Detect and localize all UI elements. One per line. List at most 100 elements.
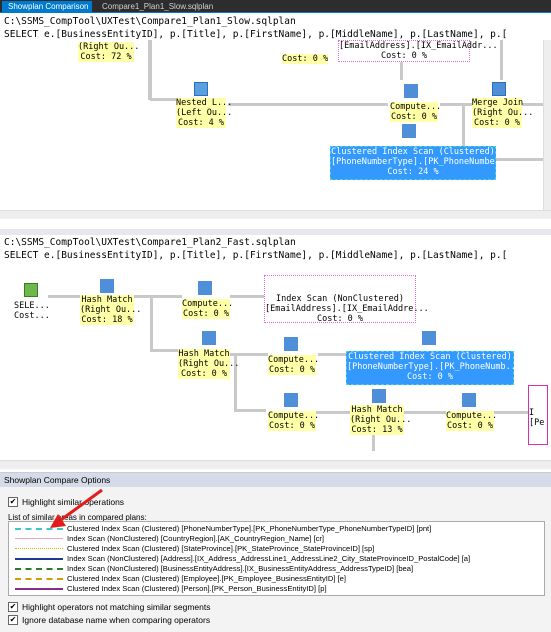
list-item-text: Index Scan (NonClustered) [BusinessEntit… xyxy=(67,564,414,573)
operator-cost: Cost: 0 % xyxy=(316,314,364,324)
operator-cost: Cost: 0 % xyxy=(380,51,428,61)
operator-cost: Cost... xyxy=(14,311,50,321)
operator-node[interactable]: Compute... Cost: 0 % xyxy=(268,411,320,431)
line-style-swatch xyxy=(15,528,63,530)
operator-node[interactable]: Compute... Cost: 0 % xyxy=(446,411,498,431)
connector xyxy=(404,411,446,414)
nested-loops-icon xyxy=(194,82,208,96)
compute-scalar-icon xyxy=(198,281,212,295)
operator-cost: Cost: 13 % xyxy=(351,425,403,435)
list-item[interactable]: Clustered Index Scan (Clustered) [StateP… xyxy=(9,544,539,554)
operator-label: Nested L... xyxy=(176,98,233,108)
highlight-similar-checkbox[interactable]: ✔ xyxy=(8,497,18,507)
operator-label: (Right Ou... xyxy=(78,42,140,52)
operator-label: (Right Ou... xyxy=(350,415,412,425)
operator-cost: Cost: 0 % xyxy=(406,372,454,382)
highlight-not-matching-label: Highlight operators not matching similar… xyxy=(22,602,211,612)
operator-node[interactable]: Cost: 0 % xyxy=(282,54,328,64)
ignore-db-name-label: Ignore database name when comparing oper… xyxy=(22,615,211,625)
list-item-text: Clustered Index Scan (Clustered) [PhoneN… xyxy=(67,524,432,533)
clustered-index-scan-icon xyxy=(422,331,436,345)
operator-cost: Cost: 4 % xyxy=(177,118,225,128)
operator-cost: Cost: 0 % xyxy=(268,365,316,375)
compute-scalar-icon xyxy=(284,393,298,407)
connector xyxy=(440,103,474,106)
operator-node[interactable]: Merge Join (Right Ou... Cost: 0 % xyxy=(472,98,533,128)
list-item[interactable]: Index Scan (NonClustered) [Address].[IX_… xyxy=(9,554,539,564)
operator-label: [EmailAddress].[IX_EmailAddre... xyxy=(265,304,429,314)
operator-label: Merge Join xyxy=(472,98,524,108)
operator-label: Index Scan (NonClustered) xyxy=(276,294,404,304)
operator-node[interactable]: Hash Match (Right Ou... Cost: 0 % xyxy=(178,349,240,379)
operator-label: Compute... xyxy=(446,411,498,421)
hash-match-icon xyxy=(100,279,114,293)
hash-match-icon xyxy=(202,331,216,345)
plan1-pane: C:\SSMS_CompTool\UXTest\Compare1_Plan1_S… xyxy=(0,14,551,229)
operator-label: Hash Match xyxy=(81,295,133,305)
highlight-not-matching-checkbox[interactable]: ✔ xyxy=(8,602,18,612)
operator-node-highlighted[interactable]: I [Pe xyxy=(528,385,548,445)
plan1-horizontal-scrollbar[interactable] xyxy=(0,210,551,219)
plan2-pane: C:\SSMS_CompTool\UXTest\Compare1_Plan2_F… xyxy=(0,235,551,471)
compute-scalar-icon xyxy=(404,84,418,98)
operator-node[interactable]: Hash Match (Right Ou... Cost: 18 % xyxy=(80,295,142,325)
operator-node-highlighted[interactable]: Index Scan (NonClustered) [EmailAddress]… xyxy=(264,275,429,324)
similar-areas-list[interactable]: Clustered Index Scan (Clustered) [PhoneN… xyxy=(8,521,545,596)
operator-label: Hash Match xyxy=(351,405,403,415)
operator-node-highlighted[interactable]: Clustered Index Scan (Clustered) [PhoneN… xyxy=(346,351,521,385)
connector xyxy=(500,40,503,80)
operator-node[interactable]: Compute... Cost: 0 % xyxy=(390,102,442,122)
tab-showplan-comparison[interactable]: Showplan Comparison xyxy=(2,1,92,13)
list-item[interactable]: Clustered Index Scan (Clustered) [Person… xyxy=(9,584,539,594)
hash-match-icon xyxy=(372,389,386,403)
operator-cost: Cost: 0 % xyxy=(390,112,438,122)
list-item[interactable]: Index Scan (NonClustered) [CountryRegion… xyxy=(9,534,539,544)
operator-node[interactable]: (Right Ou... Cost: 72 % xyxy=(78,42,140,62)
plan1-query-text: SELECT e.[BusinessEntityID], p.[Title], … xyxy=(4,29,508,40)
operator-label: Clustered Index Scan (Clustered) xyxy=(331,147,495,157)
operator-node-highlighted[interactable]: [EmailAddress].[IX_EmailAddr... Cost: 0 … xyxy=(338,40,498,62)
operator-node[interactable]: Hash Match (Right Ou... Cost: 13 % xyxy=(350,405,412,435)
plan1-graph[interactable]: (Right Ou... Cost: 72 % [EmailAddress].[… xyxy=(0,40,551,220)
connector xyxy=(316,411,350,414)
operator-cost: Cost: 0 % xyxy=(268,421,316,431)
operator-node[interactable]: Compute... Cost: 0 % xyxy=(182,299,233,319)
compute-scalar-icon xyxy=(284,337,298,351)
options-panel-title: Showplan Compare Options xyxy=(0,473,551,487)
select-icon xyxy=(24,283,38,297)
operator-label: (Right Ou... xyxy=(80,305,142,315)
connector xyxy=(318,353,348,356)
plan2-graph[interactable]: SELE... Cost... Hash Match (Right Ou... … xyxy=(0,261,551,469)
operator-node[interactable]: Compute... Cost: 0 % xyxy=(268,355,319,375)
connector xyxy=(150,349,180,352)
operator-label: (Left Ou... xyxy=(176,108,233,118)
line-style-swatch xyxy=(15,578,63,580)
ignore-db-name-checkbox[interactable]: ✔ xyxy=(8,615,18,625)
operator-node[interactable]: Nested L... (Left Ou... Cost: 4 % xyxy=(176,98,233,128)
connector xyxy=(494,411,528,414)
plan2-horizontal-scrollbar[interactable] xyxy=(0,460,551,469)
operator-cost: Cost: 18 % xyxy=(81,315,133,325)
list-item[interactable]: Clustered Index Scan (Clustered) [Employ… xyxy=(9,574,539,584)
operator-cost: Cost: 0 % xyxy=(182,309,230,319)
operator-label: [Pe xyxy=(529,418,545,428)
operator-node-highlighted[interactable]: Clustered Index Scan (Clustered) [PhoneN… xyxy=(330,146,511,180)
operator-label: [PhoneNumberType].[PK_PhoneNumbe... xyxy=(331,157,511,167)
operator-label: [EmailAddress].[IX_EmailAddr... xyxy=(339,41,498,51)
plan2-query-text: SELECT e.[BusinessEntityID], p.[Title], … xyxy=(4,250,508,261)
connector xyxy=(48,295,82,298)
operator-node[interactable]: SELE... Cost... xyxy=(14,301,50,321)
operator-cost: Cost: 24 % xyxy=(387,167,439,177)
list-item[interactable]: Index Scan (NonClustered) [BusinessEntit… xyxy=(9,564,539,574)
list-item[interactable]: Clustered Index Scan (Clustered) [PhoneN… xyxy=(9,524,539,534)
operator-label: Compute... xyxy=(268,411,320,421)
plan1-vertical-scrollbar[interactable] xyxy=(543,40,551,210)
list-item-text: Clustered Index Scan (Clustered) [Person… xyxy=(67,584,327,593)
connector xyxy=(230,295,264,298)
operator-cost: Cost: 0 % xyxy=(446,421,494,431)
operator-label: Compute... xyxy=(390,102,442,112)
tab-plan1-slow[interactable]: Compare1_Plan1_Slow.sqlplan xyxy=(96,1,226,13)
operator-label: (Right Ou... xyxy=(178,359,240,369)
operator-label: SELE... xyxy=(14,301,50,311)
operator-cost: Cost: 0 % xyxy=(180,369,228,379)
